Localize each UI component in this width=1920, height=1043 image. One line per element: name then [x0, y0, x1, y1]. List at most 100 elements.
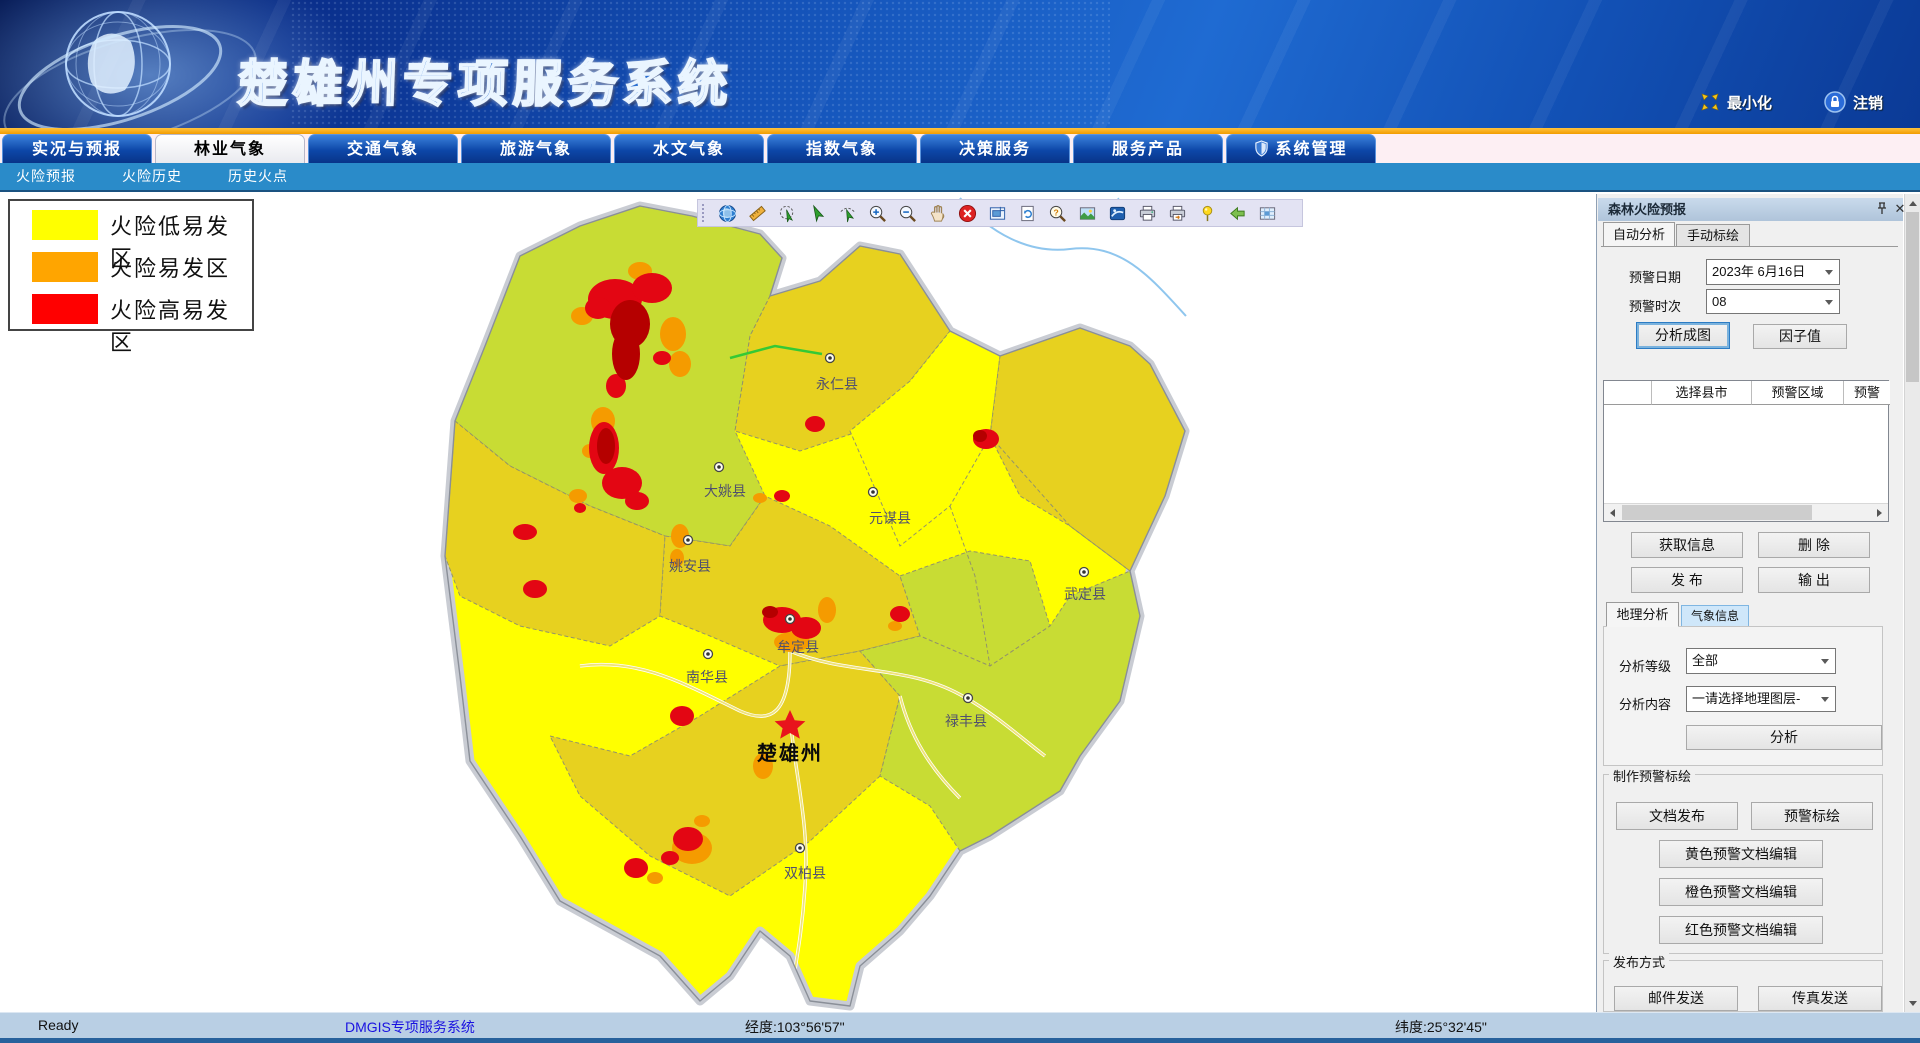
- mail-send-button[interactable]: 邮件发送: [1614, 986, 1738, 1011]
- status-ready: Ready: [38, 1017, 78, 1033]
- tab-auto-analysis[interactable]: 自动分析: [1603, 222, 1675, 247]
- pan-icon[interactable]: [922, 201, 952, 225]
- logout-label: 注销: [1853, 92, 1883, 113]
- identify-icon[interactable]: ?: [1042, 201, 1072, 225]
- subtab-fire-history[interactable]: 火险历史: [122, 163, 182, 190]
- map-canvas[interactable]: 永仁县 元谋县 大姚县 姚安县 武定县 牟定县 南华县 禄丰县 双柏县 楚雄州: [430, 196, 1200, 1012]
- panel-scrollbar[interactable]: [1904, 194, 1920, 1012]
- sub-nav-bar: 火险预报 火险历史 历史火点: [0, 163, 1920, 192]
- tab-hydro-weather[interactable]: 水文气象: [614, 134, 764, 163]
- list-column-county[interactable]: 选择县市: [1652, 381, 1752, 405]
- scroll-left-icon[interactable]: [1604, 504, 1621, 521]
- toolbar-grip[interactable]: [702, 204, 706, 222]
- legend-row-medium: 火险易发区: [10, 245, 252, 287]
- analyze-button[interactable]: 分析: [1686, 725, 1882, 750]
- county-label: 姚安县: [669, 558, 711, 574]
- tab-service-products[interactable]: 服务产品: [1073, 134, 1223, 163]
- county-label: 武定县: [1064, 586, 1106, 602]
- legend-swatch-medium: [32, 252, 98, 282]
- subtab-fire-forecast[interactable]: 火险预报: [16, 163, 76, 190]
- legend-row-high: 火险高易发区: [10, 287, 252, 329]
- list-horizontal-scrollbar[interactable]: [1604, 503, 1888, 521]
- image-icon[interactable]: [1072, 201, 1102, 225]
- doc-publish-button[interactable]: 文档发布: [1616, 802, 1738, 830]
- tab-manual-plot[interactable]: 手动标绘: [1676, 224, 1750, 247]
- minimize-button[interactable]: 最小化: [1700, 90, 1772, 114]
- tab-weather-info[interactable]: 气象信息: [1681, 605, 1749, 627]
- chevron-down-icon: [1821, 697, 1829, 702]
- delete-button[interactable]: 删 除: [1758, 532, 1870, 558]
- orange-warning-edit-button[interactable]: 橙色预警文档编辑: [1659, 878, 1823, 906]
- print-icon[interactable]: [1132, 201, 1162, 225]
- legend-row-low: 火险低易发区: [10, 203, 252, 245]
- tab-forestry-weather[interactable]: 林业气象: [155, 134, 305, 163]
- scroll-thumb[interactable]: [1622, 505, 1812, 520]
- get-info-button[interactable]: 获取信息: [1631, 532, 1743, 558]
- warn-date-select[interactable]: 2023年 6月16日: [1706, 259, 1840, 285]
- county-label: 南华县: [686, 669, 728, 685]
- fax-send-button[interactable]: 传真发送: [1758, 986, 1882, 1011]
- map-workspace: 火险低易发区 火险易发区 火险高易发区 ?: [0, 194, 1920, 1012]
- tab-live-forecast[interactable]: 实况与预报: [2, 134, 152, 163]
- scroll-down-icon[interactable]: [1905, 995, 1920, 1011]
- select-lasso-icon[interactable]: [832, 201, 862, 225]
- refresh-icon[interactable]: [1012, 201, 1042, 225]
- globe-icon[interactable]: [712, 201, 742, 225]
- stop-icon[interactable]: [952, 201, 982, 225]
- chevron-down-icon: [1825, 270, 1833, 275]
- fire-risk-legend: 火险低易发区 火险易发区 火险高易发区: [8, 199, 254, 331]
- extent-icon[interactable]: [982, 201, 1012, 225]
- map-toolbar: ?: [697, 199, 1303, 227]
- analysis-level-select[interactable]: 全部: [1686, 648, 1836, 674]
- select-arrow-icon[interactable]: [802, 201, 832, 225]
- list-column-level[interactable]: 预警: [1844, 381, 1890, 405]
- red-warning-edit-button[interactable]: 红色预警文档编辑: [1659, 916, 1823, 944]
- yellow-warning-edit-button[interactable]: 黄色预警文档编辑: [1659, 840, 1823, 868]
- warning-list: 选择县市 预警区域 预警: [1603, 380, 1889, 522]
- pin-icon[interactable]: [1192, 201, 1222, 225]
- subtab-history-firepoints[interactable]: 历史火点: [228, 163, 288, 190]
- analysis-content-value: 一请选择地理图层-: [1692, 691, 1800, 706]
- analysis-content-label: 分析内容: [1619, 694, 1671, 713]
- ruler-icon[interactable]: [742, 201, 772, 225]
- tab-system-admin-label: 系统管理: [1275, 141, 1347, 158]
- overview-map-icon[interactable]: [1252, 201, 1282, 225]
- list-column-checkbox[interactable]: [1604, 381, 1652, 405]
- county-label: 牟定县: [777, 639, 819, 655]
- back-icon[interactable]: [1222, 201, 1252, 225]
- tab-traffic-weather[interactable]: 交通气象: [308, 134, 458, 163]
- legend-swatch-high: [32, 294, 98, 324]
- export-image-icon[interactable]: [1102, 201, 1132, 225]
- warn-time-label: 预警时次: [1629, 296, 1681, 315]
- tab-decision-service[interactable]: 决策服务: [920, 134, 1070, 163]
- list-column-region[interactable]: 预警区域: [1752, 381, 1844, 405]
- analysis-content-select[interactable]: 一请选择地理图层-: [1686, 686, 1836, 712]
- lock-icon: [1824, 91, 1846, 113]
- print-preview-icon[interactable]: [1162, 201, 1192, 225]
- tab-tourism-weather[interactable]: 旅游气象: [461, 134, 611, 163]
- header-banner: 楚雄州专项服务系统 最小化 注销: [0, 0, 1920, 128]
- warn-plot-button[interactable]: 预警标绘: [1751, 802, 1873, 830]
- select-polygon-icon[interactable]: [772, 201, 802, 225]
- scroll-up-icon[interactable]: [1905, 195, 1920, 211]
- warn-time-select[interactable]: 08: [1706, 289, 1840, 314]
- status-longitude: 经度:103°56'57": [745, 1017, 845, 1037]
- scroll-thumb[interactable]: [1906, 212, 1919, 382]
- tab-geo-analysis[interactable]: 地理分析: [1606, 602, 1679, 627]
- publish-button[interactable]: 发 布: [1631, 567, 1743, 593]
- application-window: 楚雄州专项服务系统 最小化 注销 实况与预报 林业气象 交通气象 旅游气象 水: [0, 0, 1920, 1043]
- status-system-link[interactable]: DMGIS专项服务系统: [345, 1017, 475, 1037]
- factor-value-button[interactable]: 因子值: [1753, 324, 1847, 349]
- minimize-arrows-icon: [1700, 92, 1720, 112]
- zoom-in-icon[interactable]: [862, 201, 892, 225]
- warn-time-value: 08: [1712, 294, 1726, 309]
- zoom-out-icon[interactable]: [892, 201, 922, 225]
- scroll-right-icon[interactable]: [1871, 504, 1888, 521]
- analyze-map-button[interactable]: 分析成图: [1636, 322, 1730, 349]
- legend-label-medium: 火险易发区: [110, 251, 230, 283]
- panel-pin-icon[interactable]: [1875, 202, 1889, 216]
- tab-index-weather[interactable]: 指数气象: [767, 134, 917, 163]
- export-button[interactable]: 输 出: [1758, 567, 1870, 593]
- tab-system-admin[interactable]: 系统管理: [1226, 134, 1376, 163]
- logout-button[interactable]: 注销: [1824, 90, 1883, 114]
